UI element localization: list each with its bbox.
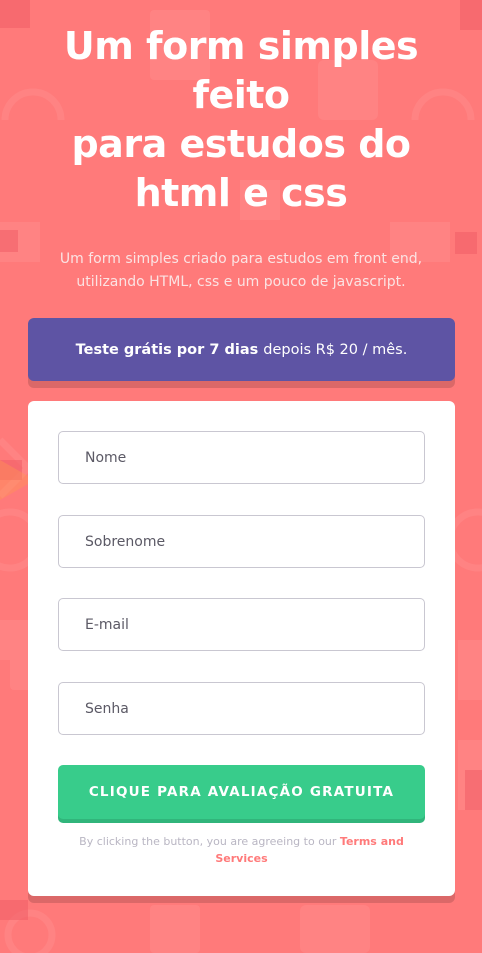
trial-banner-bold: Teste grátis por 7 dias (75, 341, 259, 358)
hero-subtitle: Um form simples criado para estudos em f… (59, 251, 423, 290)
trial-banner: Teste grátis por 7 dias depois R$ 20 / m… (28, 318, 455, 381)
terms-prefix: By clicking the button, you are agreeing… (79, 835, 337, 848)
last-name-field[interactable] (58, 515, 425, 568)
free-trial-button[interactable]: CLIQUE PARA AVALIAÇÃO GRATUITA (58, 765, 425, 819)
hero-title-line: feito (192, 73, 290, 117)
hero-title-line: Um form simples (63, 24, 419, 68)
email-field[interactable] (58, 598, 425, 651)
first-name-field[interactable] (58, 431, 425, 484)
terms-text: By clicking the button, you are agreeing… (68, 833, 415, 867)
hero-title: Um form simples feito para estudos do ht… (0, 22, 482, 218)
hero-title-line: para estudos do (71, 122, 411, 166)
signup-form: CLIQUE PARA AVALIAÇÃO GRATUITA By clicki… (28, 401, 455, 896)
hero-title-line: html e css (134, 171, 348, 215)
password-field[interactable] (58, 682, 425, 735)
trial-banner-text: depois R$ 20 / mês. (263, 341, 408, 358)
